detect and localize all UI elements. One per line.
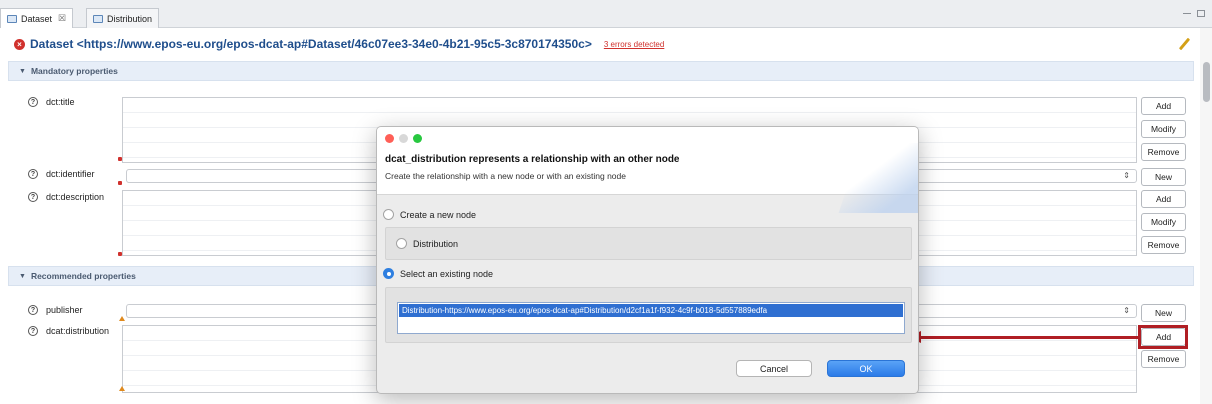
- error-marker-icon: [118, 157, 122, 161]
- pencil-icon[interactable]: [1178, 37, 1191, 51]
- section-title: Mandatory properties: [30, 66, 118, 76]
- help-icon[interactable]: ?: [28, 169, 38, 179]
- error-icon: ×: [14, 38, 25, 50]
- warning-marker-icon: [119, 316, 125, 321]
- dialog-banner-decoration: [838, 143, 918, 213]
- close-icon[interactable]: ☒: [58, 13, 66, 24]
- cancel-button[interactable]: Cancel: [736, 360, 812, 377]
- minimize-icon[interactable]: [1183, 13, 1191, 14]
- tab-label: Dataset: [21, 13, 53, 24]
- ok-button[interactable]: OK: [827, 360, 905, 377]
- scrollbar-thumb[interactable]: [1203, 62, 1210, 102]
- publisher-new-button[interactable]: New: [1141, 304, 1186, 322]
- radio-distribution[interactable]: [396, 238, 407, 249]
- radio-select-existing[interactable]: [383, 268, 394, 279]
- collapse-icon: ▼: [19, 272, 26, 280]
- prop-name: publisher: [46, 305, 83, 315]
- tab-distribution[interactable]: Distribution: [86, 8, 160, 28]
- title-add-button[interactable]: Add: [1141, 97, 1186, 115]
- description-modify-button[interactable]: Modify: [1141, 213, 1186, 231]
- dialog-subtitle: Create the relationship with a new node …: [385, 171, 626, 181]
- option-label: Distribution: [413, 238, 459, 249]
- add-button-highlight: [1138, 325, 1188, 349]
- errors-link[interactable]: 3 errors detected: [604, 40, 664, 49]
- existing-node-list[interactable]: Distribution-https://www.epos-eu.org/epo…: [397, 302, 905, 334]
- section-mandatory[interactable]: ▼ Mandatory properties: [8, 61, 1194, 81]
- radio-create-new[interactable]: [383, 209, 394, 220]
- distribution-remove-button[interactable]: Remove: [1141, 350, 1186, 368]
- editor-header: × Dataset <https://www.epos-eu.org/epos-…: [0, 28, 1212, 60]
- help-icon[interactable]: ?: [28, 305, 38, 315]
- prop-identifier-label: ? dct:identifier: [28, 169, 95, 179]
- distribution-type-option[interactable]: Distribution: [396, 238, 458, 249]
- minimize-window-icon[interactable]: [399, 134, 408, 143]
- zoom-window-icon[interactable]: [413, 134, 422, 143]
- title-remove-button[interactable]: Remove: [1141, 143, 1186, 161]
- option-label: Select an existing node: [400, 268, 494, 279]
- tab-node-icon: [93, 14, 103, 23]
- dialog-header: dcat_distribution represents a relations…: [377, 127, 918, 213]
- description-add-button[interactable]: Add: [1141, 190, 1186, 208]
- relationship-dialog: dcat_distribution represents a relations…: [376, 126, 919, 394]
- editor-tab-bar: Dataset ☒ Distribution: [0, 0, 1212, 28]
- prop-description-label: ? dct:description: [28, 192, 104, 202]
- title-modify-button[interactable]: Modify: [1141, 120, 1186, 138]
- annotation-arrow-line: [920, 336, 1138, 339]
- warning-marker-icon: [119, 386, 125, 391]
- list-item[interactable]: Distribution-https://www.epos-eu.org/epo…: [399, 304, 903, 317]
- select-existing-node-option[interactable]: Select an existing node: [383, 268, 493, 279]
- error-marker-icon: [118, 181, 122, 185]
- new-node-group: Distribution: [385, 227, 912, 260]
- close-window-icon[interactable]: [385, 134, 394, 143]
- section-title: Recommended properties: [30, 271, 136, 281]
- prop-name: dct:identifier: [46, 169, 95, 179]
- tab-node-icon: [7, 14, 17, 23]
- combo-arrow-icon[interactable]: ⇕: [1123, 171, 1130, 180]
- prop-distribution-label: ? dcat:distribution: [28, 326, 109, 336]
- vertical-scrollbar[interactable]: [1200, 28, 1212, 404]
- tab-label: Distribution: [107, 13, 153, 24]
- maximize-icon[interactable]: [1197, 10, 1205, 17]
- page-title: Dataset <https://www.epos-eu.org/epos-dc…: [30, 37, 592, 51]
- collapse-icon: ▼: [19, 67, 26, 75]
- prop-name: dct:title: [46, 97, 75, 107]
- prop-publisher-label: ? publisher: [28, 305, 83, 315]
- dialog-title: dcat_distribution represents a relations…: [385, 154, 680, 165]
- tab-dataset[interactable]: Dataset ☒: [0, 8, 74, 28]
- prop-name: dcat:distribution: [46, 326, 110, 336]
- create-new-node-option[interactable]: Create a new node: [383, 209, 476, 220]
- combo-arrow-icon[interactable]: ⇕: [1123, 306, 1130, 315]
- option-label: Create a new node: [400, 209, 477, 220]
- help-icon[interactable]: ?: [28, 97, 38, 107]
- prop-name: dct:description: [46, 192, 105, 202]
- description-remove-button[interactable]: Remove: [1141, 236, 1186, 254]
- help-icon[interactable]: ?: [28, 192, 38, 202]
- prop-title-label: ? dct:title: [28, 97, 75, 107]
- help-icon[interactable]: ?: [28, 326, 38, 336]
- error-marker-icon: [118, 252, 122, 256]
- identifier-new-button[interactable]: New: [1141, 168, 1186, 186]
